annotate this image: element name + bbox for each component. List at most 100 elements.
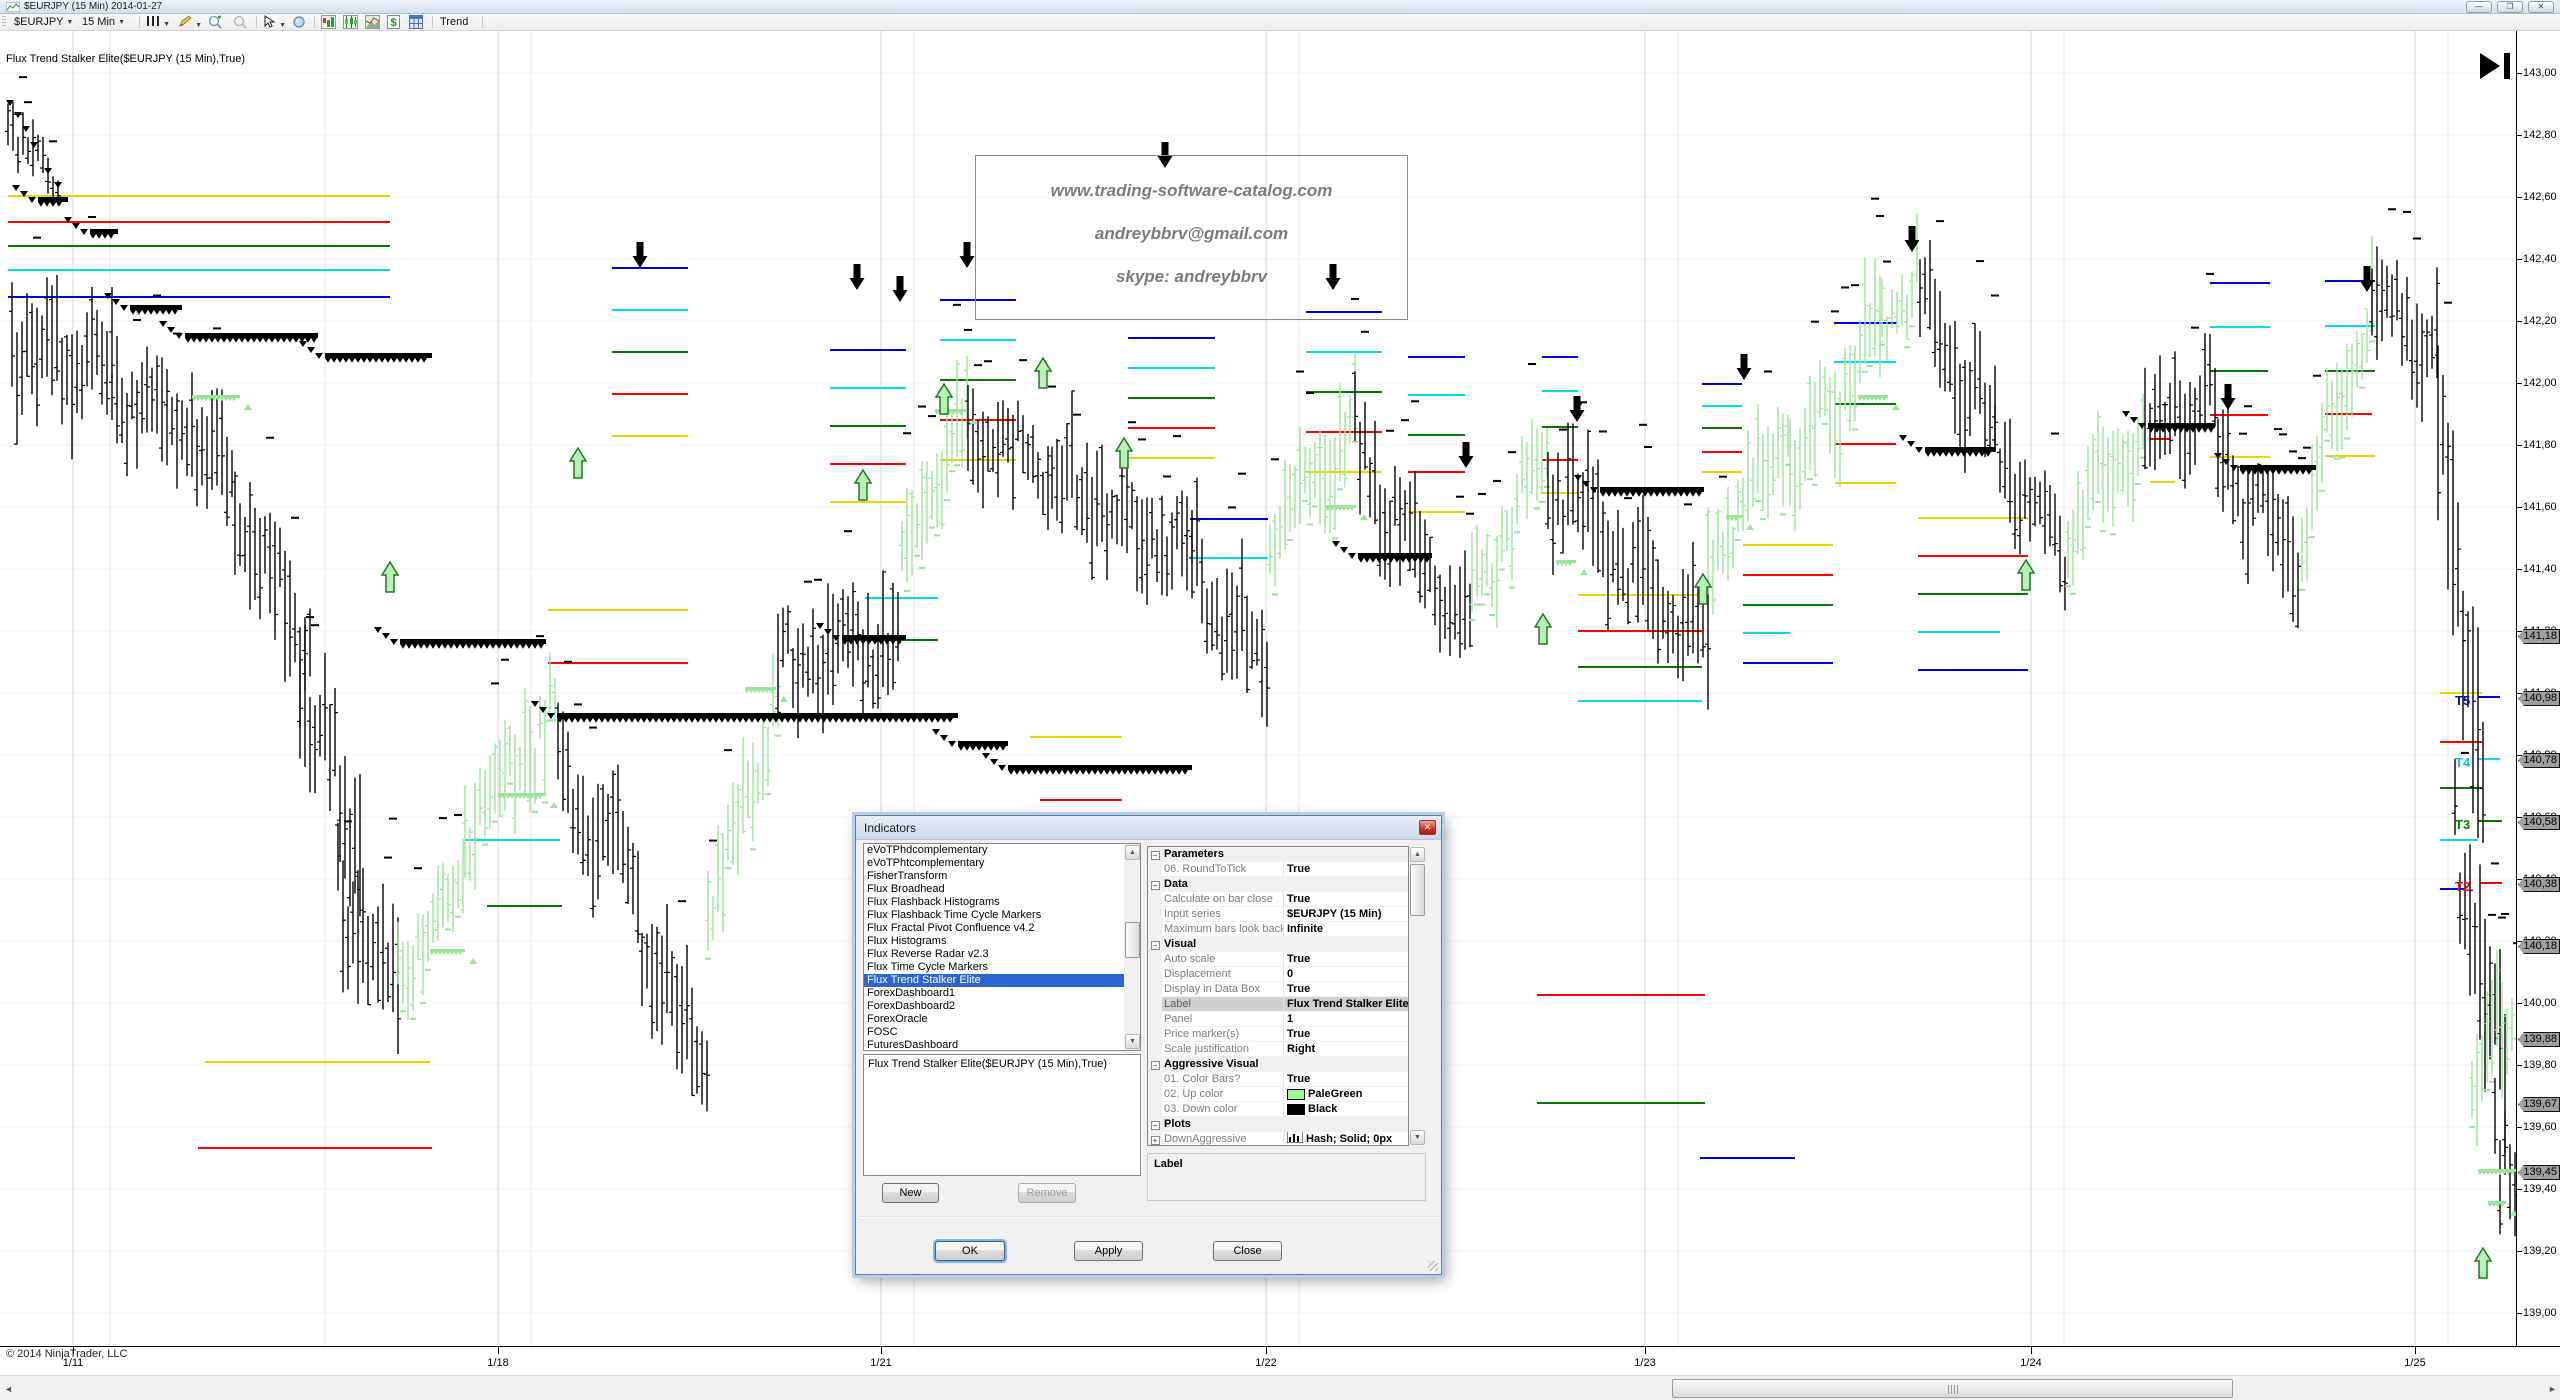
property-value[interactable]: True: [1284, 892, 1408, 906]
property-value[interactable]: Right: [1284, 1042, 1408, 1056]
indicator-list-item[interactable]: Flux Trend Stalker Elite: [864, 974, 1140, 987]
grid-scrollbar[interactable]: ▲ ▼: [1409, 846, 1426, 1146]
indicator-list-item[interactable]: eVoTPhdcomplementary: [864, 844, 1140, 857]
expand-icon[interactable]: +: [1148, 1132, 1162, 1146]
grid-section-row[interactable]: −Plots: [1148, 1117, 1408, 1132]
property-value[interactable]: True: [1284, 1027, 1408, 1041]
dialog-close-button[interactable]: ✕: [1419, 820, 1436, 835]
draw-tool-button[interactable]: ▼: [178, 15, 202, 30]
property-value[interactable]: $EURJPY (15 Min): [1284, 907, 1408, 921]
dollar-doc-button[interactable]: $: [387, 15, 400, 30]
grid-row[interactable]: 06. RoundToTickTrue: [1148, 862, 1408, 877]
grid-section-row[interactable]: −Parameters: [1148, 847, 1408, 862]
close-button-dialog[interactable]: Close: [1213, 1241, 1282, 1261]
data-table-button[interactable]: [409, 15, 423, 30]
scroll-left-icon[interactable]: ◄: [4, 1384, 13, 1394]
property-grid[interactable]: −Parameters06. RoundToTickTrue−DataCalcu…: [1147, 846, 1409, 1146]
grid-row[interactable]: 02. Up colorPaleGreen: [1148, 1087, 1408, 1102]
collapse-icon[interactable]: −: [1148, 937, 1162, 951]
remove-button[interactable]: Remove: [1018, 1183, 1076, 1203]
scroll-up-icon[interactable]: ▲: [1125, 845, 1140, 860]
time-axis[interactable]: 1/111/181/211/221/231/241/25: [0, 1346, 2560, 1375]
price-axis[interactable]: 143,00142,80142,60142,40142,20142,00141,…: [2516, 31, 2560, 1346]
grid-row[interactable]: +DownAggressiveHash; Solid; 0px: [1148, 1132, 1408, 1146]
minimize-button[interactable]: —: [2466, 1, 2492, 13]
indicator-list-item[interactable]: Flux Time Cycle Markers: [864, 961, 1140, 974]
trend-tool-button[interactable]: Trend: [440, 15, 468, 30]
cursor-tool-button[interactable]: ▼: [263, 15, 286, 30]
property-value[interactable]: True: [1284, 952, 1408, 966]
apply-button[interactable]: Apply: [1074, 1241, 1143, 1261]
zoom-out-button[interactable]: [233, 15, 248, 30]
bar-type-button[interactable]: ▼: [146, 15, 170, 30]
close-button[interactable]: ✕: [2528, 1, 2554, 13]
indicator-list-item[interactable]: ForexOracle: [864, 1013, 1140, 1026]
indicator-list-item[interactable]: Flux Flashback Histograms: [864, 896, 1140, 909]
scroll-down-icon[interactable]: ▼: [1410, 1130, 1425, 1145]
indicator-list-item[interactable]: Flux Reverse Radar v2.3: [864, 948, 1140, 961]
property-value[interactable]: Infinite: [1284, 922, 1408, 936]
grid-row[interactable]: LabelFlux Trend Stalker Elite: [1148, 997, 1408, 1012]
go-to-last-bar-button[interactable]: [2480, 52, 2516, 82]
property-value[interactable]: PaleGreen: [1284, 1087, 1408, 1101]
window-titlebar[interactable]: $EURJPY (15 Min) 2014-01-27 — ❐ ✕: [0, 0, 2560, 14]
property-value[interactable]: Flux Trend Stalker Elite: [1284, 997, 1408, 1011]
ok-button[interactable]: OK: [935, 1241, 1005, 1261]
scroll-right-icon[interactable]: ►: [2548, 1384, 2557, 1394]
collapse-icon[interactable]: −: [1148, 1057, 1162, 1071]
property-value[interactable]: 0: [1284, 967, 1408, 981]
zoom-ball-button[interactable]: [292, 15, 307, 30]
list-scrollbar-thumb[interactable]: [1125, 922, 1140, 958]
indicator-list-item[interactable]: FisherTransform: [864, 870, 1140, 883]
grid-row[interactable]: Maximum bars look backInfinite: [1148, 922, 1408, 937]
grid-scrollbar-thumb[interactable]: [1410, 864, 1425, 916]
collapse-icon[interactable]: −: [1148, 877, 1162, 891]
new-button[interactable]: New: [882, 1183, 939, 1203]
toolbar-grip[interactable]: [2, 16, 6, 28]
chart-photo-button[interactable]: [365, 15, 380, 30]
instrument-dropdown[interactable]: $EURJPY ▼: [14, 15, 73, 30]
scroll-up-icon[interactable]: ▲: [1410, 847, 1425, 862]
indicators-dialog[interactable]: Indicators ✕ eVoTPhdcomplementaryeVoTPht…: [855, 815, 1442, 1275]
grid-row[interactable]: Auto scaleTrue: [1148, 952, 1408, 967]
grid-row[interactable]: 01. Color Bars?True: [1148, 1072, 1408, 1087]
grid-row[interactable]: 03. Down colorBlack: [1148, 1102, 1408, 1117]
property-value[interactable]: Hash; Solid; 0px: [1284, 1132, 1408, 1146]
grid-section-row[interactable]: −Aggressive Visual: [1148, 1057, 1408, 1072]
property-value[interactable]: True: [1284, 862, 1408, 876]
horizontal-scrollbar[interactable]: ◄ ►: [0, 1375, 2560, 1400]
indicator-list-item[interactable]: eVoTPhtcomplementary: [864, 857, 1140, 870]
indicator-list[interactable]: eVoTPhdcomplementaryeVoTPhtcomplementary…: [863, 843, 1141, 1051]
collapse-icon[interactable]: −: [1148, 847, 1162, 861]
chart-style-button[interactable]: [321, 15, 336, 30]
grid-section-row[interactable]: −Visual: [1148, 937, 1408, 952]
indicator-list-item[interactable]: Flux Broadhead: [864, 883, 1140, 896]
chart-candles-button[interactable]: [343, 15, 358, 30]
scroll-down-icon[interactable]: ▼: [1125, 1034, 1140, 1049]
collapse-icon[interactable]: −: [1148, 1117, 1162, 1131]
property-value[interactable]: 1: [1284, 1012, 1408, 1026]
zoom-in-button[interactable]: [208, 15, 223, 30]
dialog-resize-grip[interactable]: [1428, 1261, 1438, 1271]
indicator-list-item[interactable]: ForexDashboard2: [864, 1000, 1140, 1013]
indicator-list-item[interactable]: FuturesDashboard: [864, 1039, 1140, 1051]
restore-button[interactable]: ❐: [2497, 1, 2523, 13]
indicator-list-item[interactable]: FOSC: [864, 1026, 1140, 1039]
grid-row[interactable]: Price marker(s)True: [1148, 1027, 1408, 1042]
indicator-list-item[interactable]: Flux Fractal Pivot Confluence v4.2: [864, 922, 1140, 935]
indicator-list-item[interactable]: Flux Histograms: [864, 935, 1140, 948]
grid-row[interactable]: Scale justificationRight: [1148, 1042, 1408, 1057]
property-value[interactable]: Black: [1284, 1102, 1408, 1116]
property-value[interactable]: True: [1284, 982, 1408, 996]
dialog-titlebar[interactable]: Indicators ✕: [856, 816, 1441, 840]
indicator-list-item[interactable]: ForexDashboard1: [864, 987, 1140, 1000]
indicator-list-item[interactable]: Flux Flashback Time Cycle Markers: [864, 909, 1140, 922]
grid-row[interactable]: Calculate on bar closeTrue: [1148, 892, 1408, 907]
grid-section-row[interactable]: −Data: [1148, 877, 1408, 892]
grid-row[interactable]: Displacement0: [1148, 967, 1408, 982]
grid-row[interactable]: Display in Data BoxTrue: [1148, 982, 1408, 997]
scrollbar-thumb[interactable]: [1672, 1379, 2233, 1398]
list-scrollbar[interactable]: ▲ ▼: [1124, 844, 1141, 1050]
grid-row[interactable]: Input series$EURJPY (15 Min): [1148, 907, 1408, 922]
interval-dropdown[interactable]: 15 Min ▼: [82, 15, 125, 30]
